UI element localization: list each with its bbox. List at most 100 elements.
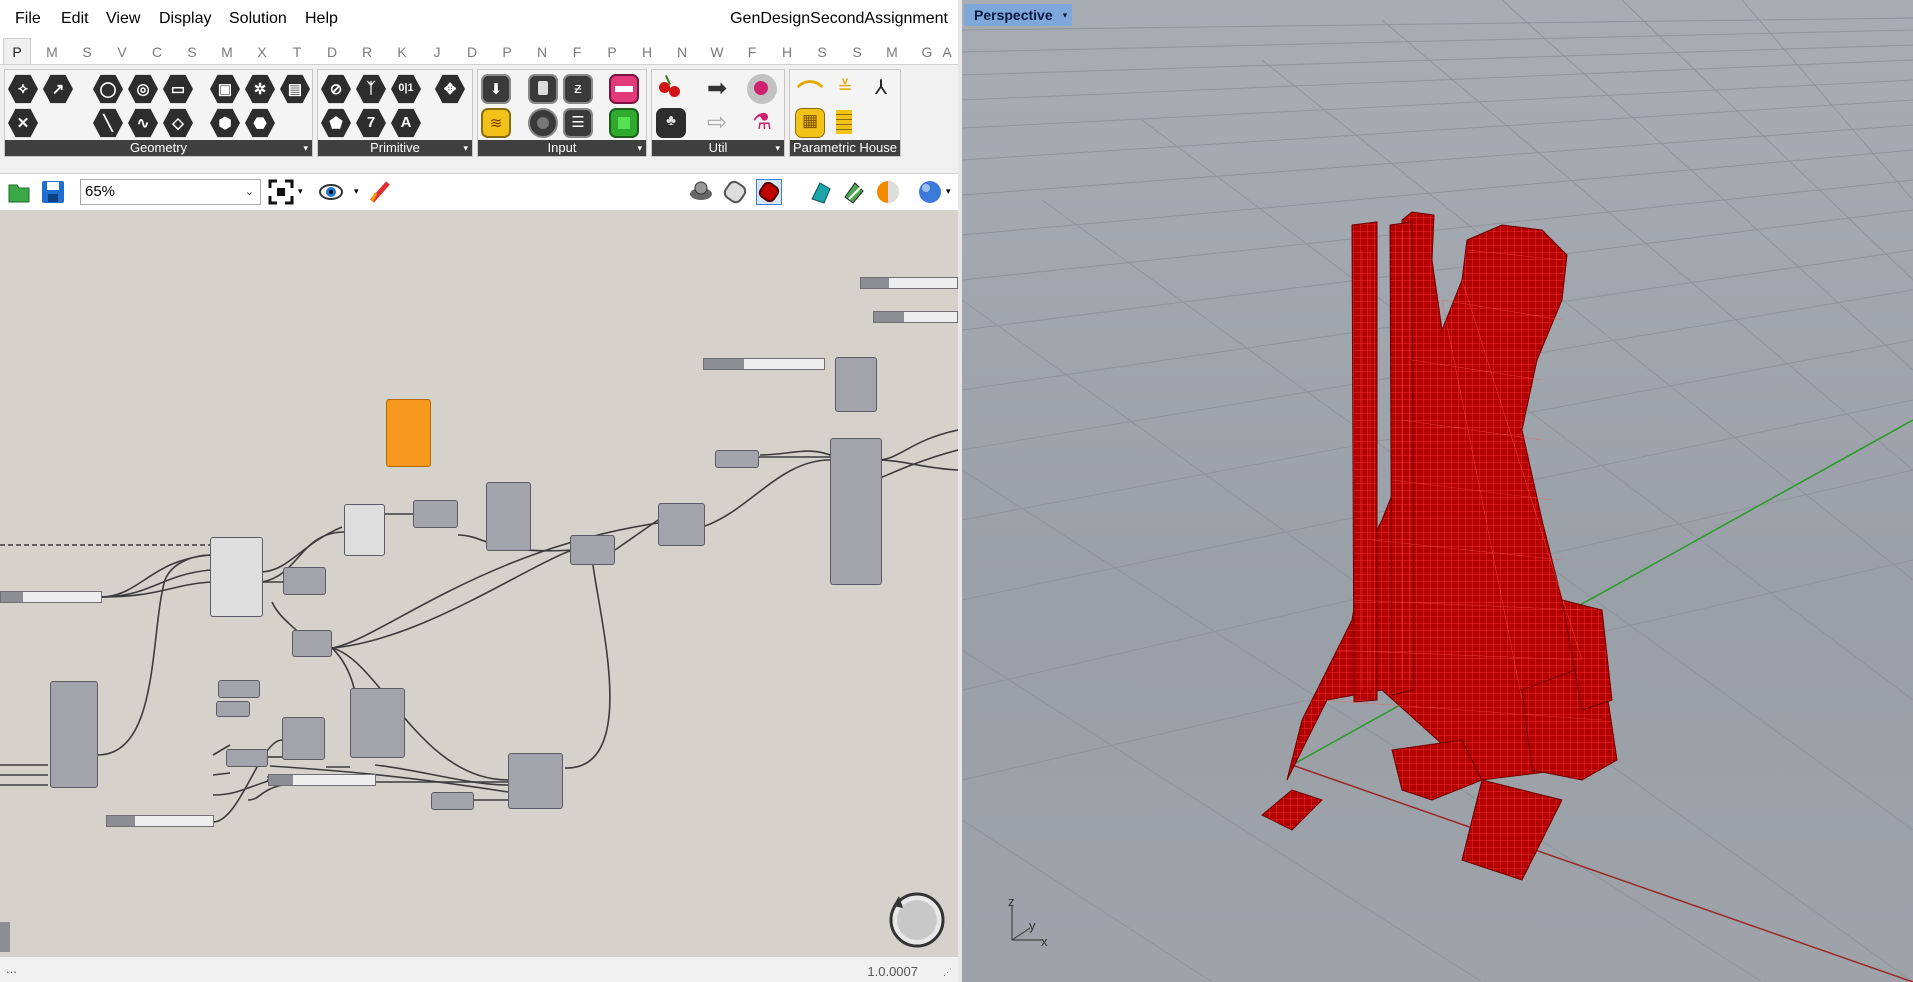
zoom-extents-icon[interactable] bbox=[268, 179, 294, 205]
component-node[interactable] bbox=[658, 503, 705, 546]
binary-param-icon[interactable]: 0|1 bbox=[391, 74, 421, 104]
frame-icon[interactable]: ⅄ bbox=[866, 74, 896, 104]
menu-solution[interactable]: Solution bbox=[229, 10, 287, 28]
tree-icon[interactable]: ♣ bbox=[656, 108, 686, 138]
tab-surface[interactable]: S bbox=[177, 44, 207, 60]
arrow-right-icon[interactable]: ➡ bbox=[702, 74, 732, 104]
tab-p[interactable]: P bbox=[492, 44, 522, 60]
tab-intersect[interactable]: X bbox=[247, 44, 277, 60]
grasshopper-canvas[interactable] bbox=[0, 210, 958, 956]
preview-eye-icon[interactable] bbox=[318, 179, 344, 205]
sphere-icon[interactable] bbox=[917, 179, 943, 205]
menu-display[interactable]: Display bbox=[159, 10, 211, 28]
component-node[interactable] bbox=[413, 500, 458, 528]
navigation-dial-icon[interactable] bbox=[887, 890, 947, 950]
expand-util-icon[interactable]: ▾ bbox=[775, 140, 780, 156]
component-node[interactable] bbox=[226, 749, 268, 767]
component-node[interactable] bbox=[283, 567, 326, 595]
component-node[interactable] bbox=[830, 438, 882, 585]
component-node[interactable] bbox=[218, 680, 260, 698]
gradient-icon[interactable] bbox=[609, 74, 639, 104]
tab-h2[interactable]: H bbox=[772, 44, 802, 60]
tab-n2[interactable]: N bbox=[667, 44, 697, 60]
viewport-menu-dropdown-icon[interactable]: ▾ bbox=[1058, 4, 1072, 26]
stairs-icon[interactable]: ≚ bbox=[830, 74, 860, 104]
viewport-title-tab[interactable]: Perspective bbox=[964, 4, 1063, 26]
arch-icon[interactable]: ⌒ bbox=[795, 74, 825, 109]
tab-params[interactable]: P bbox=[3, 38, 31, 64]
zoom-dropdown[interactable]: 65% ⌄ bbox=[80, 179, 261, 205]
number-slider[interactable] bbox=[268, 774, 376, 786]
document-preview-icon[interactable] bbox=[875, 179, 901, 205]
tab-h[interactable]: H bbox=[632, 44, 662, 60]
bake-icon[interactable] bbox=[808, 179, 834, 205]
number-slider[interactable] bbox=[703, 358, 825, 370]
menu-view[interactable]: View bbox=[106, 10, 140, 28]
tab-n[interactable]: N bbox=[527, 44, 557, 60]
tab-sets[interactable]: S bbox=[72, 44, 102, 60]
component-node[interactable] bbox=[508, 753, 563, 809]
component-node[interactable] bbox=[50, 681, 98, 788]
tab-r[interactable]: R bbox=[352, 44, 382, 60]
preview-dropdown-icon[interactable]: ▾ bbox=[354, 186, 359, 197]
number-slider[interactable] bbox=[106, 815, 214, 827]
number-slider[interactable] bbox=[0, 591, 102, 603]
floors-icon[interactable] bbox=[830, 108, 860, 138]
line-param-icon[interactable]: ╲ bbox=[93, 108, 123, 138]
box-param-icon[interactable]: ▣ bbox=[210, 74, 240, 104]
plane-param-icon[interactable]: ◇ bbox=[163, 108, 193, 138]
cherry-picker-icon[interactable] bbox=[656, 74, 686, 104]
sphere-dropdown-icon[interactable]: ▾ bbox=[946, 186, 951, 197]
text-param-icon[interactable]: A bbox=[391, 108, 421, 138]
selected-component-node[interactable] bbox=[386, 399, 431, 467]
value-list-icon[interactable]: ☰ bbox=[563, 108, 593, 138]
import-icon[interactable]: ⬇ bbox=[481, 74, 511, 104]
number-slider[interactable] bbox=[860, 277, 958, 289]
number-slider[interactable] bbox=[873, 311, 958, 323]
number-slider-icon[interactable]: ƶ bbox=[563, 74, 593, 104]
tab-j[interactable]: J bbox=[422, 44, 452, 60]
menu-edit[interactable]: Edit bbox=[61, 10, 89, 28]
graph-mapper-icon[interactable]: ≋ bbox=[481, 108, 511, 138]
tab-f2[interactable]: F bbox=[737, 44, 767, 60]
menu-file[interactable]: File bbox=[15, 10, 41, 28]
component-node[interactable] bbox=[835, 357, 877, 412]
curve-param-icon[interactable]: ∿ bbox=[128, 108, 158, 138]
tab-vector[interactable]: V bbox=[107, 44, 137, 60]
vector-param-icon[interactable]: ↗ bbox=[43, 74, 73, 104]
color-swatch-icon[interactable] bbox=[609, 108, 639, 138]
tab-p2[interactable]: P bbox=[597, 44, 627, 60]
component-node[interactable] bbox=[282, 717, 325, 760]
mesh-param-icon[interactable]: ⬢ bbox=[210, 108, 240, 138]
galapagos-icon[interactable] bbox=[747, 74, 777, 104]
button-icon[interactable] bbox=[528, 108, 558, 138]
component-node[interactable] bbox=[350, 688, 405, 758]
save-icon[interactable] bbox=[40, 179, 66, 205]
component-node[interactable] bbox=[570, 535, 615, 565]
point-param-icon[interactable]: ⟡ bbox=[8, 74, 38, 104]
component-node[interactable] bbox=[344, 504, 385, 556]
boolean-param-icon[interactable]: ⊘ bbox=[321, 74, 351, 104]
rhino-viewport[interactable]: Perspective ▾ z y x bbox=[962, 0, 1913, 982]
tab-a[interactable]: A bbox=[937, 44, 957, 60]
tab-m[interactable]: M bbox=[877, 44, 907, 60]
tab-curve[interactable]: C bbox=[142, 44, 172, 60]
tab-k[interactable]: K bbox=[387, 44, 417, 60]
resize-grip-icon[interactable]: ⋰ bbox=[943, 967, 952, 978]
zoom-extents-dropdown-icon[interactable]: ▾ bbox=[298, 186, 303, 197]
expand-input-icon[interactable]: ▾ bbox=[637, 140, 642, 156]
path-param-icon[interactable]: ᛉ bbox=[356, 74, 386, 104]
flask-icon[interactable]: ⚗ bbox=[747, 108, 777, 138]
component-node[interactable] bbox=[210, 537, 263, 617]
arrow-outline-icon[interactable]: ⇨ bbox=[702, 108, 732, 138]
tab-transform[interactable]: T bbox=[282, 44, 312, 60]
tab-d[interactable]: D bbox=[457, 44, 487, 60]
preview-wireframe-icon[interactable] bbox=[722, 179, 748, 205]
field-param-icon[interactable]: ⬣ bbox=[245, 108, 275, 138]
canvas-scrollbar[interactable] bbox=[0, 922, 10, 952]
toggle-icon[interactable] bbox=[528, 74, 558, 104]
component-node[interactable] bbox=[486, 482, 531, 551]
component-node[interactable] bbox=[216, 701, 250, 717]
component-node[interactable] bbox=[292, 630, 332, 657]
tab-maths[interactable]: M bbox=[37, 44, 67, 60]
